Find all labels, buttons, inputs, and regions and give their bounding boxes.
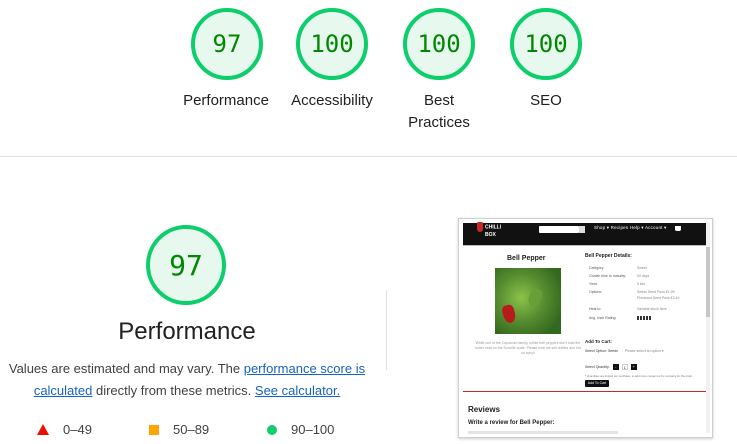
- category-label-performance[interactable]: Performance: [176, 90, 276, 112]
- performance-gauge: 97: [146, 225, 226, 305]
- detail-key: Avg. User Rating:: [589, 316, 617, 320]
- thumb-caption: While one of the Capsicum family, unlike…: [475, 341, 581, 355]
- category-gauge-accessibility[interactable]: 100: [296, 8, 368, 80]
- gauge-score: 100: [417, 30, 461, 58]
- thumb-search-input: [539, 226, 579, 233]
- thumb-scrollbar-thumb: [706, 247, 710, 317]
- thumb-logo-text: BOX: [485, 232, 496, 238]
- section-divider: [0, 156, 737, 157]
- gauge-score: 97: [169, 248, 203, 282]
- gauge-score: 97: [212, 30, 242, 58]
- thumb-detail-row: Heat to: Variable stock here: [589, 307, 699, 311]
- thumb-note: * Quantities are limited per purchase, t…: [585, 374, 693, 378]
- pepper-icon: [477, 222, 483, 232]
- pass-circle-icon: [267, 424, 277, 435]
- thumb-product-title: Bell Pepper: [507, 255, 546, 262]
- quantity-plus-button: +: [630, 364, 637, 370]
- thumb-detail-row: Growth time to maturity: 90 days: [589, 274, 699, 278]
- performance-description: Values are estimated and may vary. The p…: [4, 358, 370, 402]
- thumb-separator: [463, 245, 706, 246]
- thumb-logo-text: CHILLI: [485, 224, 502, 231]
- thumb-cart-icon: [675, 226, 681, 231]
- gauge-score: 100: [310, 30, 354, 58]
- category-gauge-best-practices[interactable]: 100: [403, 8, 475, 80]
- detail-key: Options:: [589, 290, 603, 294]
- legend-average-label: 50–89: [173, 422, 210, 437]
- legend-fail: 0–49: [37, 422, 92, 437]
- quantity-minus-button: -: [612, 364, 619, 370]
- gauge-score: 100: [524, 30, 568, 58]
- description-text: directly from these metrics.: [92, 383, 255, 398]
- rating-icon: [637, 316, 651, 320]
- category-gauge-performance[interactable]: 97: [191, 8, 263, 80]
- detail-key: Heat to:: [589, 307, 602, 311]
- detail-value: Sweet: [637, 266, 647, 270]
- vertical-divider: [386, 290, 387, 370]
- quantity-value: 1: [621, 364, 628, 370]
- thumb-detail-row: Yield: 5 kilo: [589, 282, 699, 286]
- thumb-nav-links: Shop ▾ Recipes Help ▾ Account ▾: [594, 225, 667, 230]
- detail-value: 5 kilo: [637, 282, 646, 286]
- thumb-search-icon: [579, 226, 585, 233]
- thumb-logo: CHILLI BOX: [477, 222, 507, 238]
- detail-value: Variable stock here: [637, 307, 667, 311]
- final-screenshot-thumbnail[interactable]: CHILLI BOX Shop ▾ Recipes Help ▾ Account…: [458, 218, 713, 438]
- legend-pass: 90–100: [267, 422, 334, 437]
- detail-key: Growth time to maturity:: [589, 274, 627, 278]
- thumb-select-option: Select Option: Seeds Please select an op…: [585, 349, 705, 353]
- detail-value: 90 days: [637, 274, 650, 278]
- thumb-detail-row: Options: Seeds Seed Pack €1.99: [589, 290, 699, 294]
- thumb-write-review: Write a review for Bell Pepper:: [468, 420, 555, 426]
- thumb-reviews-heading: Reviews: [468, 405, 501, 414]
- legend-pass-label: 90–100: [291, 422, 335, 437]
- thumb-add-to-cart-button: Add To Cart: [585, 380, 609, 387]
- legend-average: 50–89: [149, 422, 209, 437]
- description-text: Values are estimated and may vary. The: [8, 361, 244, 376]
- thumb-accent-line: [463, 391, 706, 392]
- detail-key: Yield:: [589, 282, 598, 286]
- detail-value: Pheasant Seed Pack €3.49: [637, 296, 680, 300]
- category-gauge-seo[interactable]: 100: [510, 8, 582, 80]
- thumb-detail-row: Avg. User Rating:: [589, 316, 699, 320]
- category-label-seo[interactable]: SEO: [496, 90, 596, 112]
- thumb-detail-row: Category: Sweet: [589, 266, 699, 270]
- select-option-value: Please select an option ▾: [624, 349, 664, 353]
- calculator-link[interactable]: See calculator.: [255, 383, 340, 398]
- legend-fail-label: 0–49: [63, 422, 92, 437]
- average-square-icon: [149, 424, 159, 435]
- thumb-detail-row: Pheasant Seed Pack €3.49: [589, 296, 699, 300]
- thumb-details-heading: Bell Pepper Details:: [585, 253, 632, 259]
- performance-title: Performance: [118, 318, 256, 345]
- thumb-faint-text: [468, 431, 618, 434]
- thumb-add-to-cart-heading: Add To Cart:: [585, 339, 612, 344]
- select-option-label: Select Option: Seeds: [585, 349, 618, 353]
- detail-value: Seeds Seed Pack €1.99: [637, 290, 675, 294]
- quantity-label: Select Quantity:: [585, 365, 610, 369]
- fail-triangle-icon: [37, 424, 49, 435]
- category-label-accessibility[interactable]: Accessibility: [282, 90, 382, 112]
- thumb-quantity-row: Select Quantity: - 1 +: [585, 364, 637, 370]
- detail-key: Category:: [589, 266, 605, 270]
- detail-key: [589, 296, 637, 300]
- category-label-best-practices[interactable]: Best Practices: [404, 90, 474, 134]
